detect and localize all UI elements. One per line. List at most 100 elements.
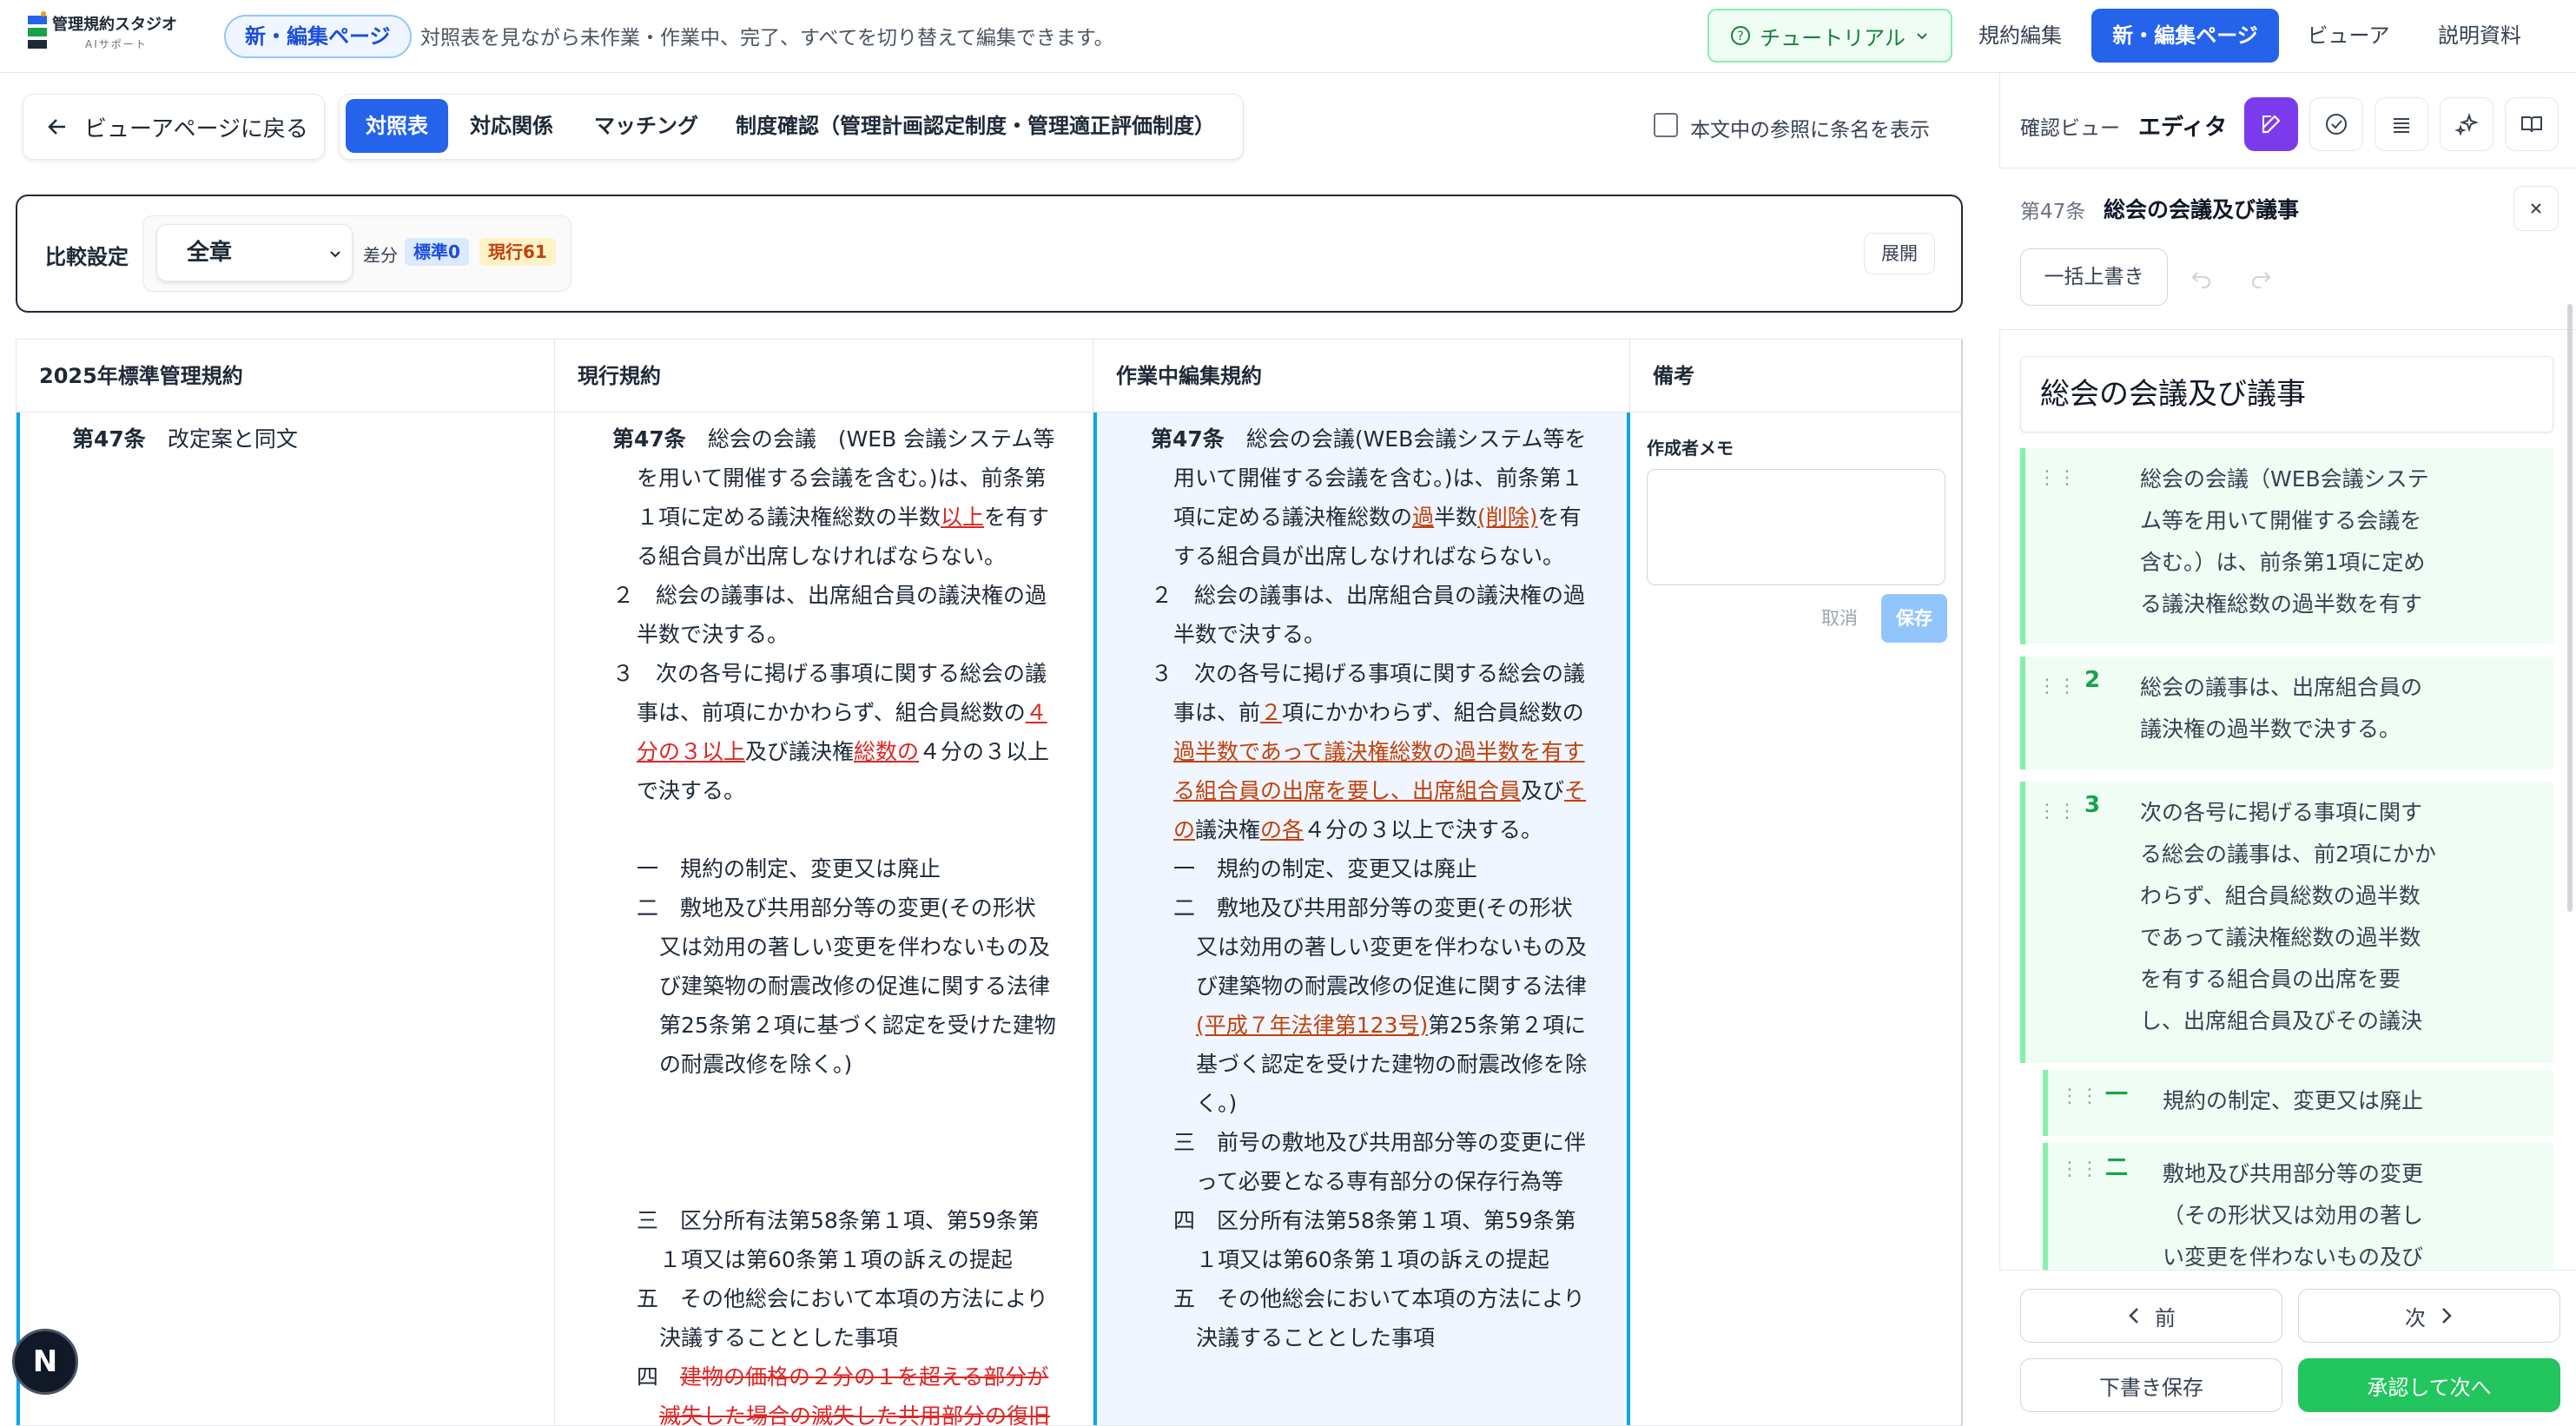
- ai-assist-button[interactable]: [2440, 97, 2493, 151]
- tab-matching[interactable]: マッチング: [580, 99, 712, 153]
- tutorial-button[interactable]: ? チュートリアル: [1707, 9, 1952, 63]
- current-line: 一 規約の制定、変更又は廃止: [637, 856, 941, 881]
- show-article-names-checkbox[interactable]: [1654, 113, 1678, 137]
- paragraph-line: 総会の議事は、出席組合員の: [2140, 675, 2423, 700]
- item-number: 一: [2105, 1082, 2129, 1108]
- standard-column: 第47条 改定案と同文: [17, 413, 555, 1425]
- close-button[interactable]: [2513, 186, 2559, 231]
- memo-textarea[interactable]: [1647, 469, 1945, 585]
- current-text: を有す: [984, 505, 1050, 530]
- memo-save-button[interactable]: 保存: [1881, 594, 1947, 643]
- nav-docs[interactable]: 説明資料: [2423, 9, 2536, 63]
- edit-line: 又は効用の著しい変更を伴わないもの及: [1196, 934, 1588, 960]
- current-line: 事は、前項にかかわらず、組合員総数の４: [637, 693, 1047, 732]
- item-block[interactable]: ⋮⋮ 一 規約の制定、変更又は廃止: [2043, 1070, 2553, 1136]
- list-button[interactable]: [2375, 97, 2428, 151]
- drag-handle-icon[interactable]: ⋮⋮: [2060, 1159, 2100, 1180]
- arrow-left-icon: [48, 119, 65, 135]
- current-line: を用いて開催する会議を含む。)は、前条第: [637, 465, 1047, 491]
- edit-text: 事は、前: [1173, 700, 1261, 725]
- approve-next-button[interactable]: 承認して次へ: [2298, 1358, 2560, 1412]
- expand-button[interactable]: 展開: [1864, 233, 1935, 274]
- edit-line: 一 規約の制定、変更又は廃止: [1173, 856, 1478, 881]
- current-line: １項に定める議決権総数の半数以上を有す: [637, 498, 1049, 537]
- edit-mode-button[interactable]: [2244, 97, 2298, 151]
- editor-toggle[interactable]: エディタ: [2138, 109, 2227, 142]
- header-description: 対照表を見ながら未作業・作業中、完了、すべてを切り替えて編集できます。: [420, 27, 1114, 50]
- current-diff: 以上: [941, 505, 985, 530]
- item-block[interactable]: ⋮⋮ 二 敷地及び共用部分等の変更 （その形状又は効用の著し い変更を伴わないも…: [2043, 1143, 2553, 1270]
- current-text: 及び議決権: [745, 739, 855, 764]
- confirm-view-toggle[interactable]: 確認ビュー: [2020, 111, 2120, 141]
- title-input[interactable]: 総会の会議及び議事: [2020, 356, 2553, 432]
- redo-icon[interactable]: [2248, 266, 2274, 292]
- paragraph-line: 総会の会議（WEB会議システ: [2140, 466, 2429, 492]
- save-draft-button[interactable]: 下書き保存: [2020, 1358, 2282, 1412]
- diff-label: 差分: [363, 245, 398, 266]
- drag-handle-icon[interactable]: ⋮⋮: [2038, 676, 2077, 697]
- current-diff: 分の３以上: [637, 739, 746, 764]
- nav-viewer[interactable]: ビューア: [2296, 9, 2401, 63]
- tab-system-check[interactable]: 制度確認（管理計画認定制度・管理適正評価制度）: [730, 99, 1221, 153]
- current-line: 第47条 総会の会議 (WEB 会議システム等: [612, 419, 1054, 459]
- edit-text: を有: [1537, 505, 1582, 530]
- paragraph-number: 2: [2084, 667, 2101, 693]
- edit-diff: 過半数であって議決権総数の過半数を有す: [1173, 739, 1585, 764]
- tab-correspondence[interactable]: 対応関係: [460, 99, 563, 153]
- current-deleted: 建物の価格の２分の１を超える部分が: [680, 1364, 1049, 1390]
- nav-new-edit[interactable]: 新・編集ページ: [2091, 9, 2279, 63]
- paragraph-block[interactable]: ⋮⋮ 2 総会の議事は、出席組合員の 議決権の過半数で決する。: [2020, 657, 2553, 769]
- drag-handle-icon[interactable]: ⋮⋮: [2038, 801, 2077, 822]
- paragraph-block[interactable]: ⋮⋮ 3 次の各号に掲げる事項に関す る総会の議事は、前2項にかか わらず、組合…: [2020, 782, 2553, 1063]
- edit-line: く。): [1196, 1091, 1238, 1116]
- edit-line: 基づく認定を受けた建物の耐震改修を除: [1196, 1052, 1588, 1077]
- paragraph-line: であって議決権総数の過半数: [2140, 925, 2421, 950]
- nav-rules-edit[interactable]: 規約編集: [1968, 9, 2072, 63]
- prev-button[interactable]: 前: [2020, 1289, 2282, 1343]
- logo-icon: [28, 11, 47, 49]
- undo-icon[interactable]: [2189, 266, 2215, 292]
- book-button[interactable]: [2505, 97, 2559, 151]
- current-line: ３ 次の各号に掲げる事項に関する総会の議: [612, 661, 1047, 686]
- paragraph-block[interactable]: ⋮⋮ 総会の会議（WEB会議システ ム等を用いて開催する会議を 含む。）は、前条…: [2020, 448, 2553, 644]
- memo-cancel-button[interactable]: 取消: [1805, 594, 1874, 643]
- current-line: 滅失した場合の滅失した共用部分の復旧: [659, 1396, 1050, 1425]
- current-line: る組合員が出席しなければならない。: [637, 544, 1007, 569]
- edit-text: ４分の３以上で決する。: [1304, 817, 1543, 842]
- edit-article-num: 第47条: [1151, 426, 1225, 452]
- edit-text: 総会の会議(WEB会議システム等を: [1245, 426, 1587, 452]
- mode-pill: 新・編集ページ: [224, 15, 412, 58]
- current-text: 四: [637, 1364, 659, 1390]
- paragraph-line: 次の各号に掲げる事項に関す: [2140, 800, 2423, 825]
- edit-text: 半数: [1434, 505, 1478, 530]
- standard-diff-badge: 標準0: [405, 238, 469, 266]
- paragraph-line: 議決権の過半数で決する。: [2140, 716, 2401, 742]
- edit-line: って必要となる専有部分の保存行為等: [1196, 1169, 1564, 1194]
- check-button[interactable]: [2309, 97, 2363, 151]
- compare-settings-label: 比較設定: [45, 245, 129, 269]
- current-line: 五 その他総会において本項の方法により: [637, 1286, 1048, 1311]
- edit-line: 半数で決する。: [1173, 622, 1326, 647]
- edit-diff: (平成７年法律第123号): [1196, 1013, 1429, 1038]
- edit-text: 議決権: [1195, 817, 1261, 842]
- item-number: 二: [2105, 1155, 2129, 1181]
- scope-select[interactable]: 全章: [156, 224, 353, 281]
- edit-diff: (削除): [1477, 505, 1538, 530]
- edit-text: 第25条第２項に: [1428, 1013, 1587, 1038]
- check-circle-icon: [2326, 114, 2347, 135]
- next-button[interactable]: 次: [2298, 1289, 2560, 1343]
- tab-comparison[interactable]: 対照表: [346, 99, 448, 153]
- drag-handle-icon[interactable]: ⋮⋮: [2038, 467, 2077, 489]
- edit-text: 項にかかわらず、組合員総数の: [1282, 700, 1584, 725]
- bulk-overwrite-button[interactable]: 一括上書き: [2020, 248, 2168, 306]
- edit-line: 五 その他総会において本項の方法により: [1173, 1286, 1585, 1311]
- sparkle-icon: [2454, 112, 2479, 136]
- drag-handle-icon[interactable]: ⋮⋮: [2060, 1086, 2100, 1107]
- nextjs-indicator-icon[interactable]: N: [12, 1329, 78, 1395]
- item-line: 敷地及び共用部分等の変更: [2163, 1161, 2424, 1186]
- editing-column[interactable]: 第47条 総会の会議(WEB会議システム等を 用いて開催する会議を含む。)は、前…: [1093, 413, 1630, 1425]
- back-to-viewer-button[interactable]: ビューアページに戻る: [23, 94, 325, 160]
- chevron-left-icon: [2129, 1308, 2138, 1324]
- panel-scrollbar[interactable]: [2567, 304, 2573, 912]
- edit-diff: る組合員の出席を要し、出席組合員: [1173, 778, 1522, 803]
